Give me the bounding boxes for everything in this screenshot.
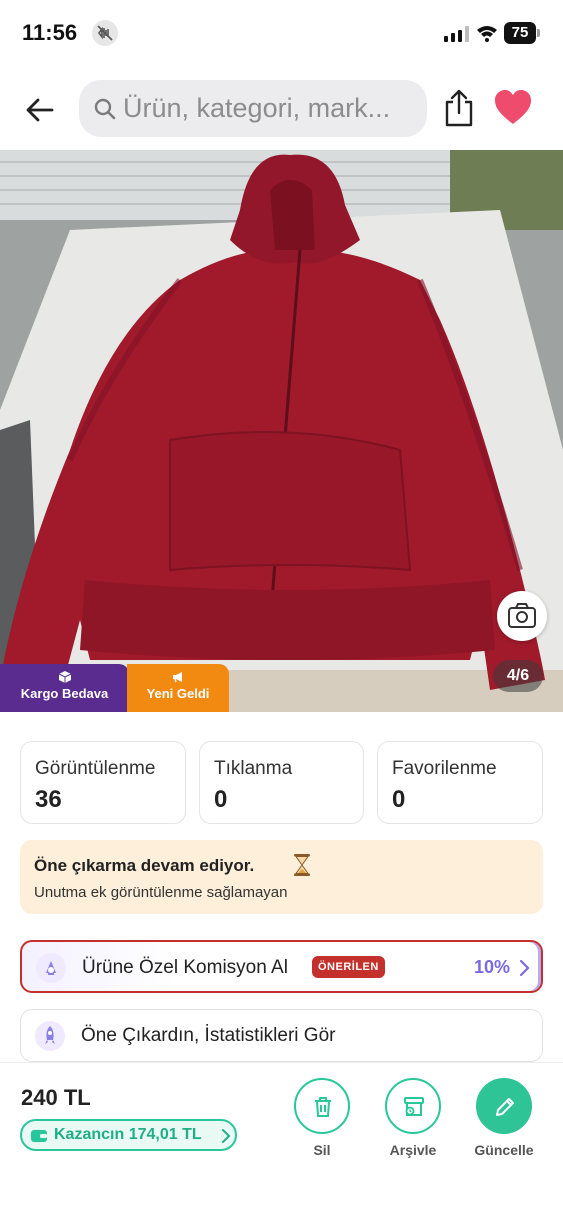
- trash-icon: [315, 1097, 331, 1117]
- status-time: 11:56: [22, 20, 78, 45]
- price: 240 TL: [21, 1085, 91, 1110]
- camera-button[interactable]: [497, 591, 547, 641]
- silent-mode-icon: [92, 20, 118, 46]
- promotion-subtitle: Unutma ek görüntülenme sağlamayan: [34, 884, 288, 901]
- stat-clicks-value: 0: [214, 786, 228, 813]
- search-icon: [93, 97, 117, 121]
- earnings-label: Kazancın 174,01 TL: [54, 1126, 202, 1143]
- bottom-bar: 240 TL Kazancın 174,01 TL Sil Arşivle Gü…: [0, 1062, 563, 1218]
- battery-icon: 75: [504, 22, 536, 44]
- back-arrow-icon: [26, 98, 54, 122]
- new-arrival-label: Yeni Geldi: [146, 686, 210, 701]
- favorite-button[interactable]: [494, 90, 532, 126]
- heart-icon: [495, 90, 531, 124]
- free-shipping-label: Kargo Bedava: [20, 686, 109, 701]
- stat-favorites: Favorilenme 0: [377, 741, 543, 824]
- hoodie-photo: [0, 150, 563, 712]
- recommended-badge: ÖNERİLEN: [312, 956, 385, 978]
- archive-button[interactable]: Arşivle: [368, 1078, 458, 1198]
- delete-circle: [294, 1078, 350, 1134]
- search-box[interactable]: [79, 80, 427, 137]
- statistics-row[interactable]: Öne Çıkardın, İstatistikleri Gör: [20, 1009, 543, 1062]
- free-shipping-badge: Kargo Bedava: [0, 664, 129, 712]
- archive-label: Arşivle: [389, 1142, 437, 1158]
- stat-views-value: 36: [35, 786, 62, 813]
- update-circle: [476, 1078, 532, 1134]
- stat-clicks: Tıklanma 0: [199, 741, 364, 824]
- stat-clicks-label: Tıklanma: [214, 758, 293, 779]
- promotion-banner: Öne çıkarma devam ediyor. Unutma ek görü…: [20, 840, 543, 914]
- megaphone-icon: [173, 672, 182, 683]
- archive-circle: [385, 1078, 441, 1134]
- back-button[interactable]: [20, 90, 60, 130]
- share-icon: [445, 89, 473, 127]
- wallet-icon: [30, 1127, 48, 1143]
- update-label: Güncelle: [474, 1142, 534, 1158]
- chevron-right-icon: [221, 1128, 231, 1144]
- statistics-label: Öne Çıkardın, İstatistikleri Gör: [81, 1025, 336, 1046]
- archive-icon: [404, 1097, 424, 1116]
- commission-percent: 10%: [474, 957, 511, 977]
- delete-button[interactable]: Sil: [277, 1078, 367, 1198]
- box-icon: [58, 671, 71, 683]
- new-arrival-badge: Yeni Geldi: [127, 664, 229, 712]
- commission-label: Ürüne Özel Komisyon Al: [82, 957, 288, 978]
- search-input[interactable]: [123, 80, 419, 137]
- product-image[interactable]: 4/6 Kargo Bedava Yeni Geldi: [0, 150, 563, 712]
- earnings-pill[interactable]: Kazancın 174,01 TL: [20, 1119, 237, 1151]
- stat-views: Görüntülenme 36: [20, 741, 186, 824]
- delete-label: Sil: [313, 1142, 331, 1158]
- pencil-icon: [496, 1098, 514, 1116]
- image-counter: 4/6: [493, 660, 543, 692]
- signal-icon: [444, 26, 470, 42]
- share-button[interactable]: [442, 88, 476, 128]
- stat-favorites-label: Favorilenme: [392, 758, 497, 779]
- commission-row[interactable]: Ürüne Özel Komisyon Al ÖNERİLEN 10%: [20, 940, 543, 993]
- update-button[interactable]: Güncelle: [459, 1078, 549, 1198]
- status-bar: 11:56 75: [0, 0, 563, 66]
- rocket-icon: [35, 1021, 65, 1051]
- header: [0, 70, 563, 150]
- hourglass-icon: [293, 854, 311, 876]
- commission-icon: [36, 953, 66, 983]
- stat-favorites-value: 0: [392, 786, 406, 813]
- stat-views-label: Görüntülenme: [35, 758, 156, 779]
- battery-tip: [537, 29, 540, 37]
- wifi-icon: [476, 24, 498, 42]
- promotion-title: Öne çıkarma devam ediyor.: [34, 856, 255, 875]
- camera-icon: [508, 603, 536, 628]
- chevron-right-icon: [519, 959, 531, 977]
